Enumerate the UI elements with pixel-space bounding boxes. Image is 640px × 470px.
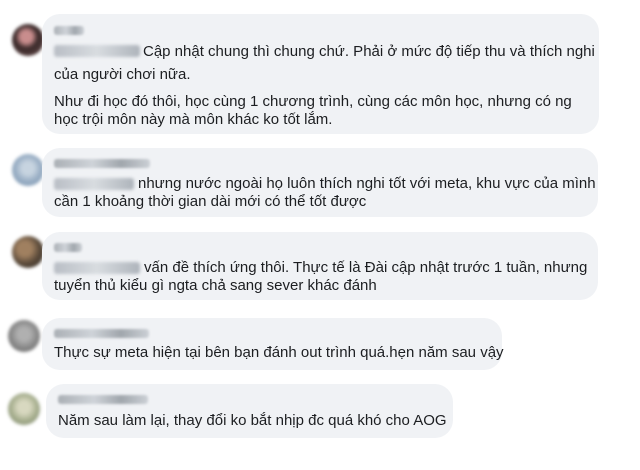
comment-bubble: vấn đề thích ứng thôi. Thực tế là Đài cậ… — [42, 232, 598, 300]
comment-text-line: tuyển thủ kiểu gì ngta chả sang sever kh… — [54, 277, 377, 294]
comment-text-line: Thực sự meta hiện tại bên bạn đánh out t… — [54, 344, 504, 361]
author-name[interactable] — [54, 243, 82, 252]
comment-bubble: Cập nhật chung thì chung chứ. Phải ở mức… — [42, 14, 599, 134]
comment-bubble: Thực sự meta hiện tại bên bạn đánh out t… — [42, 318, 504, 370]
avatar[interactable] — [12, 236, 44, 268]
author-name[interactable] — [54, 159, 150, 168]
avatar[interactable] — [12, 154, 44, 186]
comment-text-line: nhưng nước ngoài họ luôn thích nghi tốt … — [138, 175, 596, 192]
comment-text-line: Như đi học đó thôi, học cùng 1 chương tr… — [54, 93, 572, 110]
comment-text-line: Cập nhật chung thì chung chứ. Phải ở mức… — [143, 43, 595, 60]
comment-bubble: Năm sau làm lại, thay đổi ko bắt nhịp đc… — [46, 384, 453, 438]
author-name[interactable] — [54, 329, 149, 338]
comment-bubble: nhưng nước ngoài họ luôn thích nghi tốt … — [42, 148, 598, 217]
mention-tag[interactable] — [54, 178, 134, 190]
comment-text-line: của người chơi nữa. — [54, 66, 191, 83]
mention-tag[interactable] — [54, 262, 140, 274]
avatar[interactable] — [8, 393, 40, 425]
author-name[interactable] — [54, 26, 84, 35]
mention-tag[interactable] — [54, 45, 140, 57]
comment-text-line: học trội môn này mà môn khác ko tốt lắm. — [54, 111, 333, 128]
comment-text-line: vấn đề thích ứng thôi. Thực tế là Đài cậ… — [144, 259, 588, 276]
comment-text-line: cần 1 khoảng thời gian dài mới có thể tố… — [54, 193, 367, 210]
avatar[interactable] — [12, 24, 44, 56]
author-name[interactable] — [58, 395, 148, 404]
comment-text-line: Năm sau làm lại, thay đổi ko bắt nhịp đc… — [58, 412, 447, 429]
avatar[interactable] — [8, 320, 40, 352]
